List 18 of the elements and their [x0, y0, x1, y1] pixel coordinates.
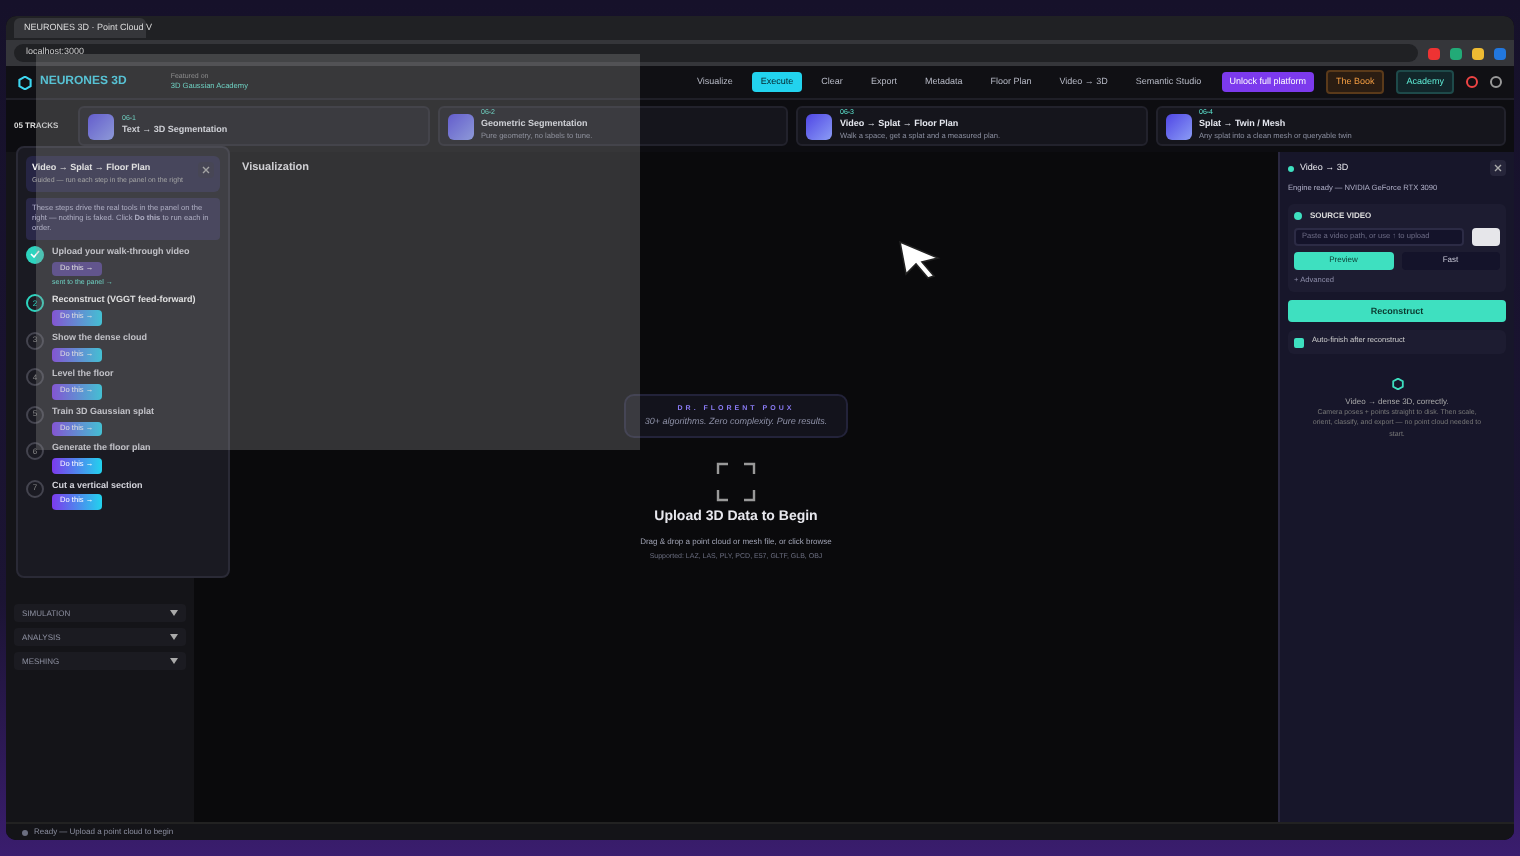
close-button[interactable]	[1490, 160, 1506, 176]
status-dot-icon	[1288, 165, 1294, 171]
cursor-icon	[898, 240, 942, 280]
step-dot-icon	[1294, 211, 1302, 220]
caret-icon	[170, 658, 178, 664]
track-icon	[447, 113, 473, 139]
upload-button[interactable]	[1472, 227, 1500, 246]
caret-icon	[170, 634, 178, 640]
logo-icon	[18, 75, 32, 89]
track-icon	[806, 113, 832, 139]
hexagon-icon	[1391, 378, 1403, 391]
status-dot-icon	[22, 829, 28, 835]
track-icon	[88, 113, 114, 139]
checkbox[interactable]	[1294, 337, 1304, 348]
close-button[interactable]	[198, 162, 214, 178]
track-icon	[1165, 113, 1191, 139]
caret-icon	[170, 610, 178, 616]
upload-frame-icon	[716, 462, 756, 503]
